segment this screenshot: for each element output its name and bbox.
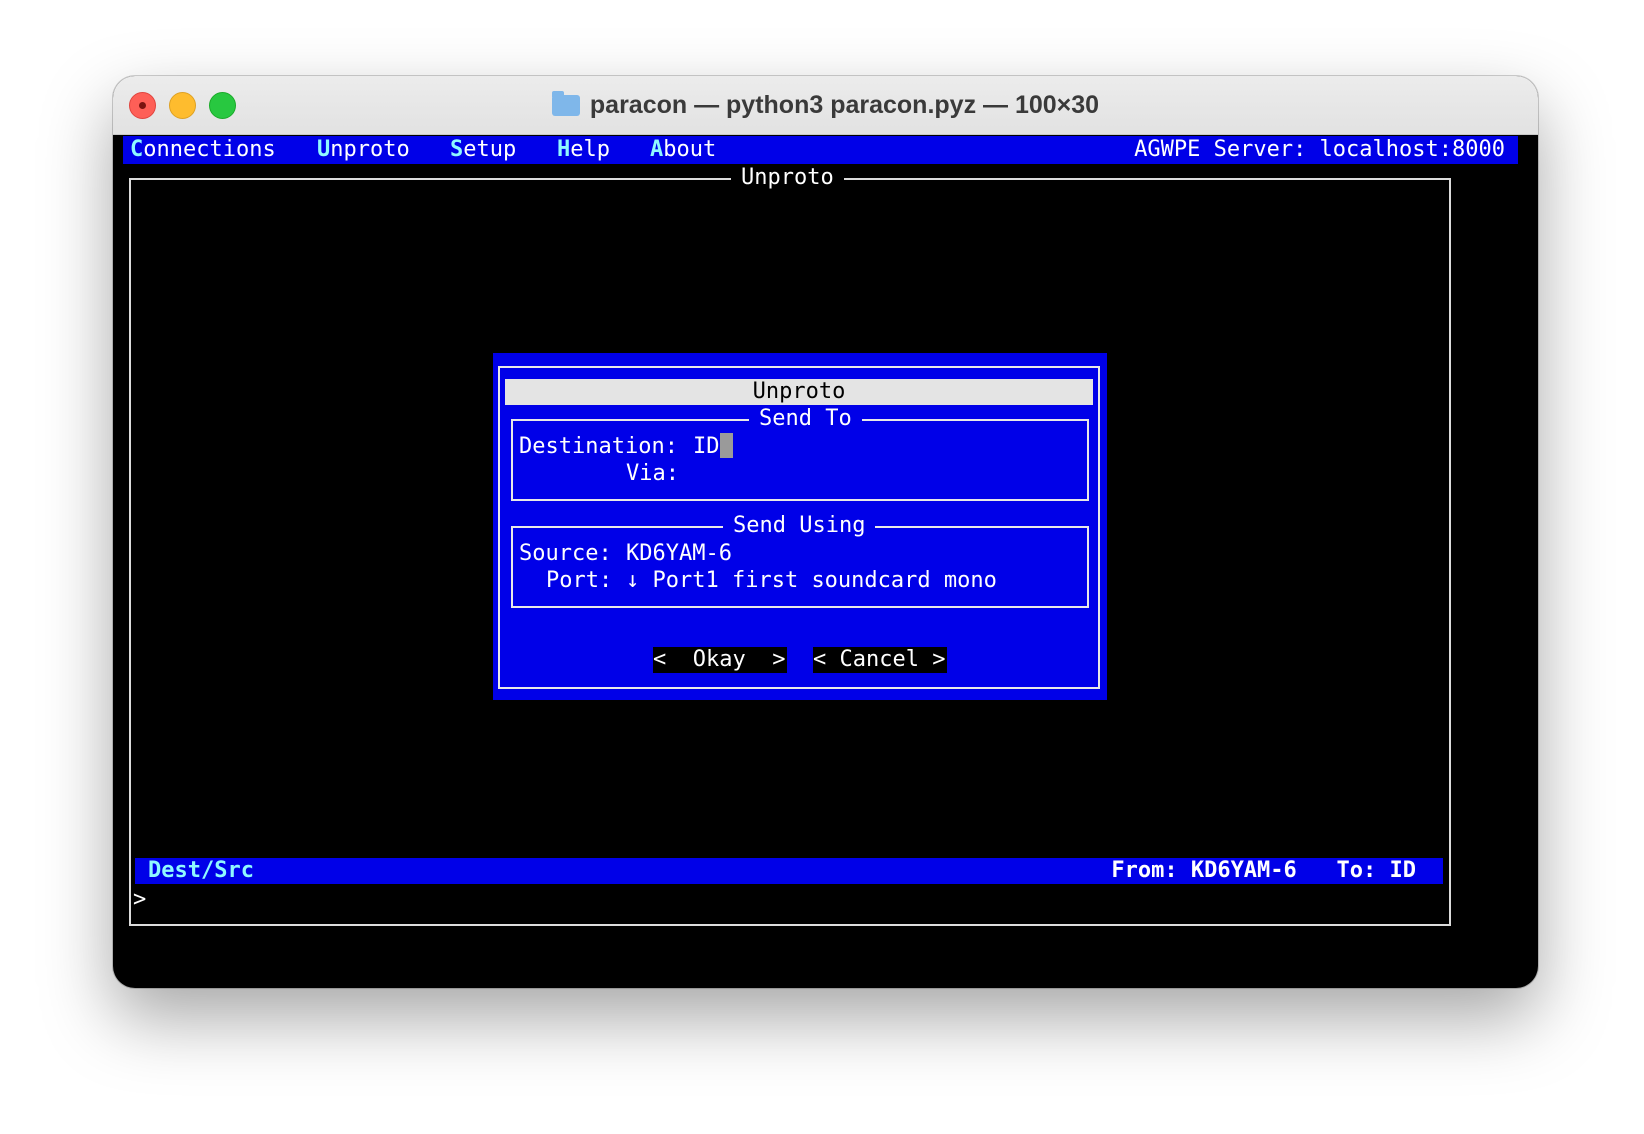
menu-help[interactable]: Help [557,136,610,164]
port-value: Port1 first soundcard mono [652,568,997,593]
dialog-title: Unproto [505,379,1093,405]
send-using-title: Send Using [723,512,876,540]
menu-bar: Connections Unproto Setup Help About AGW… [123,136,1518,164]
source-value: KD6YAM-6 [626,541,732,566]
okay-button[interactable]: < Okay > [653,647,787,673]
source-label: Source: [519,541,612,566]
port-selector[interactable]: ↓ Port1 first soundcard mono [626,567,997,595]
status-bar: Dest/Src From: KD6YAM-6 To: ID [135,858,1443,884]
destination-value: ID [693,434,720,459]
destination-field[interactable]: ID [693,433,733,461]
cancel-button[interactable]: < Cancel > [813,647,947,673]
status-right: From: KD6YAM-6 To: ID [1111,858,1416,883]
text-cursor [719,433,733,458]
send-using-group: Send Using Source: KD6YAM-6 Port: ↓ Port… [511,512,1089,608]
window-title-text: paracon — python3 paracon.pyz — 100×30 [589,91,1100,119]
title-bar: paracon — python3 paracon.pyz — 100×30 [113,76,1538,135]
menu-setup[interactable]: Setup [450,136,516,164]
server-status: AGWPE Server: localhost:8000 [1134,137,1505,162]
menu-connections[interactable]: Connections [130,136,276,164]
window-title: paracon — python3 paracon.pyz — 100×30 [113,76,1538,134]
terminal-content[interactable]: Connections Unproto Setup Help About AGW… [123,136,1528,978]
send-to-title: Send To [749,405,862,433]
menu-unproto[interactable]: Unproto [317,136,410,164]
send-to-group: Send To Destination: ID Via: [511,405,1089,501]
status-left: Dest/Src [148,858,254,883]
menu-about[interactable]: About [650,136,716,164]
unproto-dialog: Unproto Send To Destination: ID Via: Sen… [493,353,1107,700]
terminal-window: paracon — python3 paracon.pyz — 100×30 C… [113,76,1538,988]
destination-label: Destination: [519,434,678,459]
frame-title: Unproto [731,164,844,192]
via-label: Via: [626,461,679,486]
port-label: Port: [546,568,613,593]
folder-icon [551,91,580,116]
command-prompt[interactable]: > [133,886,146,914]
arrow-down-icon: ↓ [626,568,640,593]
